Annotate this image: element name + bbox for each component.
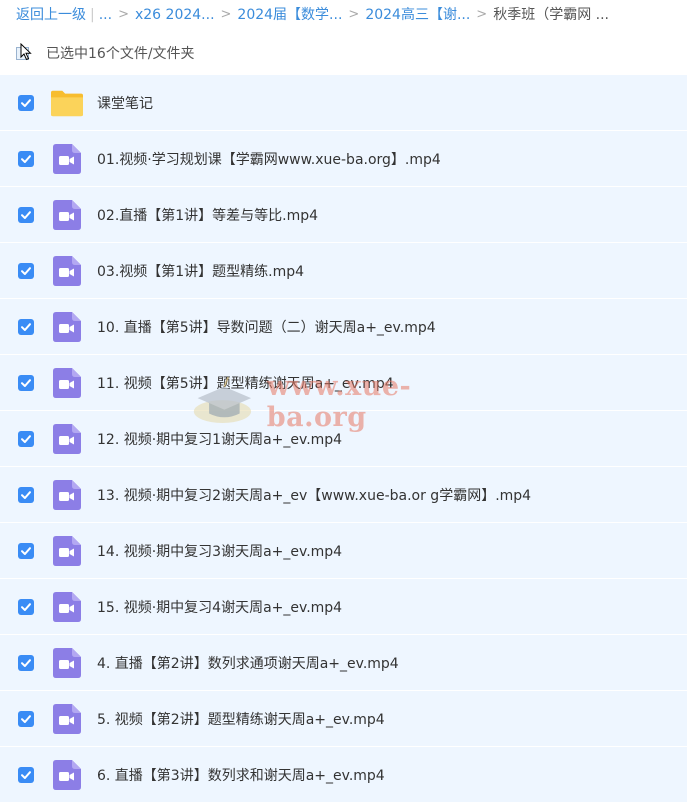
chevron-right-icon: > — [476, 7, 488, 22]
row-checkbox-checked[interactable] — [18, 486, 34, 503]
video-file-icon — [51, 591, 83, 623]
row-checkbox-checked[interactable] — [18, 430, 34, 447]
selection-count-label: 已选中16个文件/文件夹 — [46, 46, 195, 62]
checkmark-icon — [21, 154, 31, 163]
video-file-icon — [51, 479, 83, 511]
row-checkbox-checked[interactable] — [18, 374, 34, 391]
checkmark-icon — [21, 658, 31, 667]
row-checkbox-checked[interactable] — [18, 766, 34, 783]
file-row[interactable]: 13. 视频·期中复习2谢天周a+_ev【www.xue-ba.or g学霸网】… — [0, 467, 687, 523]
video-file-icon — [51, 311, 83, 343]
file-name[interactable]: 14. 视频·期中复习3谢天周a+_ev.mp4 — [97, 541, 342, 561]
checkmark-icon — [21, 266, 31, 275]
video-file-icon — [51, 143, 83, 175]
breadcrumb-item-1[interactable]: x26 2024... — [135, 6, 215, 24]
video-file-icon — [51, 199, 83, 231]
video-file-icon — [51, 535, 83, 567]
checkmark-icon — [21, 98, 31, 107]
row-checkbox-checked[interactable] — [18, 542, 34, 559]
checkmark-icon — [21, 602, 31, 611]
breadcrumb-divider: | — [90, 7, 95, 23]
file-row[interactable]: 14. 视频·期中复习3谢天周a+_ev.mp4 — [0, 523, 687, 579]
file-name[interactable]: 4. 直播【第2讲】数列求通项谢天周a+_ev.mp4 — [97, 653, 399, 673]
checkmark-icon — [21, 434, 31, 443]
file-name[interactable]: 12. 视频·期中复习1谢天周a+_ev.mp4 — [97, 429, 342, 449]
file-row[interactable]: 5. 视频【第2讲】题型精练谢天周a+_ev.mp4 — [0, 691, 687, 747]
folder-icon — [51, 87, 83, 119]
file-name[interactable]: 01.视频·学习规划课【学霸网www.xue-ba.org】.mp4 — [97, 149, 441, 169]
file-name[interactable]: 10. 直播【第5讲】导数问题（二）谢天周a+_ev.mp4 — [97, 317, 436, 337]
chevron-right-icon: > — [220, 7, 232, 22]
video-file-icon — [51, 759, 83, 791]
select-all-checkbox[interactable] — [16, 43, 32, 61]
row-checkbox-checked[interactable] — [18, 150, 34, 167]
selection-bar: 已选中16个文件/文件夹 — [16, 40, 195, 66]
checkmark-icon — [21, 378, 31, 387]
file-name[interactable]: 15. 视频·期中复习4谢天周a+_ev.mp4 — [97, 597, 342, 617]
row-checkbox-checked[interactable] — [18, 710, 34, 727]
file-row[interactable]: 6. 直播【第3讲】数列求和谢天周a+_ev.mp4 — [0, 747, 687, 802]
file-name[interactable]: 13. 视频·期中复习2谢天周a+_ev【www.xue-ba.or g学霸网】… — [97, 485, 531, 505]
chevron-right-icon: > — [348, 7, 360, 22]
file-row[interactable]: 01.视频·学习规划课【学霸网www.xue-ba.org】.mp4 — [0, 131, 687, 187]
row-checkbox-checked[interactable] — [18, 318, 34, 335]
row-checkbox-checked[interactable] — [18, 94, 34, 111]
row-checkbox-checked[interactable] — [18, 262, 34, 279]
file-row[interactable]: 12. 视频·期中复习1谢天周a+_ev.mp4 — [0, 411, 687, 467]
file-name[interactable]: 5. 视频【第2讲】题型精练谢天周a+_ev.mp4 — [97, 709, 385, 729]
file-row[interactable]: 课堂笔记 — [0, 75, 687, 131]
file-name[interactable]: 6. 直播【第3讲】数列求和谢天周a+_ev.mp4 — [97, 765, 385, 785]
checkmark-icon — [21, 210, 31, 219]
row-checkbox-checked[interactable] — [18, 654, 34, 671]
file-name[interactable]: 02.直播【第1讲】等差与等比.mp4 — [97, 205, 318, 225]
breadcrumb-ellipsis[interactable]: ... — [99, 6, 112, 24]
video-file-icon — [51, 423, 83, 455]
file-row[interactable]: 4. 直播【第2讲】数列求通项谢天周a+_ev.mp4 — [0, 635, 687, 691]
file-list: 课堂笔记 01.视频·学习规划课【学霸网www.xue-ba.org】.mp4 02… — [0, 75, 687, 802]
video-file-icon — [51, 647, 83, 679]
chevron-right-icon: > — [118, 7, 129, 22]
mouse-cursor-icon — [20, 43, 32, 61]
video-file-icon — [51, 367, 83, 399]
file-row[interactable]: 03.视频【第1讲】题型精练.mp4 — [0, 243, 687, 299]
row-checkbox-checked[interactable] — [18, 598, 34, 615]
file-name[interactable]: 课堂笔记 — [97, 93, 153, 113]
file-name[interactable]: 11. 视频【第5讲】题型精练谢天周a+_ev.mp4 — [97, 373, 394, 393]
row-checkbox-checked[interactable] — [18, 206, 34, 223]
breadcrumb-item-2[interactable]: 2024届【数学... — [237, 6, 342, 24]
file-name[interactable]: 03.视频【第1讲】题型精练.mp4 — [97, 261, 304, 281]
file-row[interactable]: 10. 直播【第5讲】导数问题（二）谢天周a+_ev.mp4 — [0, 299, 687, 355]
video-file-icon — [51, 703, 83, 735]
checkmark-icon — [21, 714, 31, 723]
file-row[interactable]: 15. 视频·期中复习4谢天周a+_ev.mp4 — [0, 579, 687, 635]
checkmark-icon — [21, 322, 31, 331]
file-row[interactable]: 02.直播【第1讲】等差与等比.mp4 — [0, 187, 687, 243]
breadcrumb: 返回上一级 | ... > x26 2024... > 2024届【数学... … — [16, 6, 609, 24]
file-row[interactable]: 11. 视频【第5讲】题型精练谢天周a+_ev.mp4 — [0, 355, 687, 411]
checkmark-icon — [21, 546, 31, 555]
video-file-icon — [51, 255, 83, 287]
checkmark-icon — [21, 490, 31, 499]
checkmark-icon — [21, 770, 31, 779]
breadcrumb-item-3[interactable]: 2024高三【谢... — [365, 6, 470, 24]
breadcrumb-back-link[interactable]: 返回上一级 — [16, 6, 86, 24]
breadcrumb-current: 秋季班（学霸网 ... — [493, 7, 610, 23]
